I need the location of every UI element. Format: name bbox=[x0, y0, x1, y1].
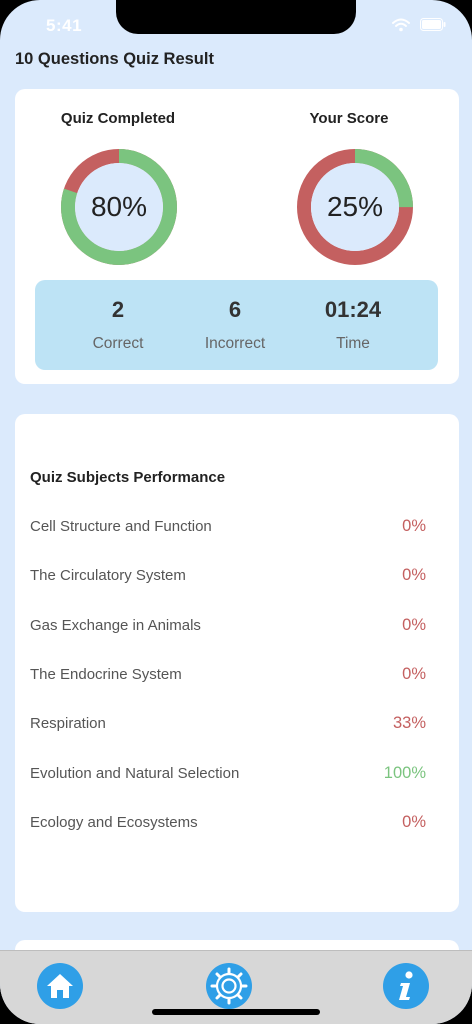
status-time: 5:41 bbox=[46, 16, 83, 35]
stat-incorrect: 6 Incorrect bbox=[175, 280, 295, 353]
home-button[interactable] bbox=[37, 963, 83, 1009]
subject-percent: 0% bbox=[402, 812, 426, 831]
subject-row: Ecology and Ecosystems 0% bbox=[30, 812, 426, 836]
info-icon bbox=[399, 971, 413, 1000]
stat-correct-value: 2 bbox=[111, 297, 125, 322]
subject-row: Respiration 33% bbox=[30, 713, 426, 737]
subject-name: Evolution and Natural Selection bbox=[30, 764, 240, 782]
device-notch bbox=[116, 0, 356, 34]
subject-row: Gas Exchange in Animals 0% bbox=[30, 615, 426, 639]
your-score-percent: 25% bbox=[326, 191, 384, 222]
quiz-completed-donut: 80% bbox=[59, 147, 179, 267]
subject-row: Evolution and Natural Selection 100% bbox=[30, 763, 426, 787]
summary-card: Quiz Completed 80% Your Score 25% 2 Corr… bbox=[15, 89, 459, 384]
subject-percent: 100% bbox=[383, 763, 426, 782]
subject-percent: 0% bbox=[402, 566, 426, 585]
quiz-completed-title: Quiz Completed bbox=[60, 110, 176, 127]
stat-time-value: 01:24 bbox=[324, 297, 382, 322]
info-button[interactable] bbox=[383, 963, 429, 1009]
subject-name: Cell Structure and Function bbox=[30, 518, 212, 535]
stat-correct: 2 Correct bbox=[58, 280, 178, 353]
subject-percent: 33% bbox=[392, 714, 426, 733]
home-indicator bbox=[152, 1009, 320, 1015]
subject-row: The Circulatory System 0% bbox=[30, 565, 426, 589]
quiz-completed-percent: 80% bbox=[90, 191, 148, 222]
subject-percent: 0% bbox=[402, 615, 426, 634]
subject-name: The Endocrine System bbox=[30, 665, 182, 683]
page-title: 10 Questions Quiz Result bbox=[15, 50, 214, 68]
home-icon bbox=[47, 974, 73, 998]
stat-time-label: Time bbox=[336, 335, 370, 352]
performance-title: Quiz Subjects Performance bbox=[30, 469, 226, 486]
your-score-donut: 25% bbox=[295, 147, 415, 267]
subject-name: Respiration bbox=[30, 715, 106, 733]
stat-incorrect-label: Incorrect bbox=[204, 335, 266, 352]
stat-correct-label: Correct bbox=[92, 335, 144, 352]
wifi-icon bbox=[392, 18, 410, 32]
your-score-title: Your Score bbox=[309, 110, 389, 127]
stat-time: 01:24 Time bbox=[293, 280, 413, 353]
settings-gear-icon bbox=[210, 967, 248, 1005]
subject-name: Gas Exchange in Animals bbox=[30, 616, 201, 634]
battery-icon bbox=[420, 18, 446, 31]
stat-incorrect-value: 6 bbox=[228, 297, 242, 322]
subject-row: Cell Structure and Function 0% bbox=[30, 516, 426, 540]
subject-row: The Endocrine System 0% bbox=[30, 664, 426, 688]
stats-box: 2 Correct 6 Incorrect 01:24 Time bbox=[35, 280, 438, 370]
subject-percent: 0% bbox=[402, 664, 426, 683]
subject-name: Ecology and Ecosystems bbox=[30, 813, 198, 831]
settings-button[interactable] bbox=[206, 963, 252, 1009]
subject-name: The Circulatory System bbox=[30, 567, 186, 585]
app-screen: 5:41 10 Questions Quiz Result Quiz Compl… bbox=[0, 0, 472, 1024]
subjects-performance-card: Quiz Subjects Performance Cell Structure… bbox=[15, 414, 459, 912]
subject-percent: 0% bbox=[402, 517, 426, 535]
